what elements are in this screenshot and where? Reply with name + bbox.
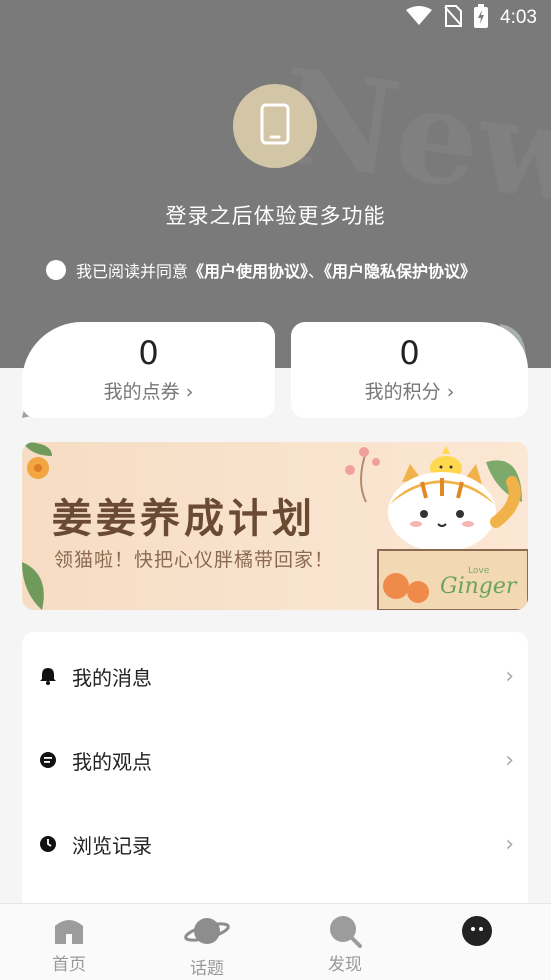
profile-header: New 4:03 登录之后体验更多功能 我已阅读并同意《用户使用协议》、《用户隐… <box>0 0 551 368</box>
nav-item-profile[interactable] <box>422 904 532 980</box>
box-brand-text: Ginger <box>440 574 517 599</box>
agreement-separator: 、 <box>308 262 325 281</box>
profile-icon <box>460 914 494 952</box>
agreement-row: 我已阅读并同意《用户使用协议》、《用户隐私保护协议》 <box>46 258 476 282</box>
points-card[interactable]: 0 我的积分 › <box>291 322 528 418</box>
points-label: 我的积分 › <box>364 381 455 404</box>
agreement-radio[interactable] <box>46 260 66 280</box>
menu-item-history[interactable]: 浏览记录 › <box>22 802 528 886</box>
menu-item-label: 浏览记录 <box>72 833 152 858</box>
privacy-agreement-link[interactable]: 《用户隐私保护协议》 <box>324 262 476 281</box>
status-bar: 4:03 <box>0 0 551 36</box>
phone-icon <box>260 103 290 149</box>
leaf-decoration-icon <box>22 552 52 610</box>
coupons-label: 我的点券 › <box>103 381 194 404</box>
menu-item-messages[interactable]: 我的消息 › <box>22 634 528 718</box>
avatar-placeholder[interactable] <box>233 84 317 168</box>
clock-icon <box>38 834 58 854</box>
nav-label: 话题 <box>190 959 224 979</box>
no-sim-icon <box>444 5 463 31</box>
coupons-value: 0 <box>138 333 159 372</box>
chevron-right-icon: › <box>505 831 514 857</box>
discover-icon <box>328 914 362 952</box>
agreement-prefix: 我已阅读并同意 <box>76 262 189 281</box>
menu-item-opinions[interactable]: 我的观点 › <box>22 718 528 802</box>
chat-icon <box>38 750 58 770</box>
nav-item-home[interactable]: 首页 <box>14 904 124 980</box>
home-icon <box>52 914 86 950</box>
nav-item-discover[interactable]: 发现 <box>290 904 400 980</box>
menu-list: 我的消息 › 我的观点 › 浏览记录 › <box>22 632 528 922</box>
nav-item-topics[interactable]: 话题 <box>152 904 262 980</box>
menu-item-label: 我的消息 <box>72 665 152 690</box>
nav-label: 首页 <box>52 955 86 975</box>
banner-subtitle: 领猫啦！快把心仪胖橘带回家！ <box>54 549 335 571</box>
points-value: 0 <box>399 333 420 372</box>
login-prompt[interactable]: 登录之后体验更多功能 <box>0 200 551 230</box>
banner-title: 姜姜养成计划 <box>52 495 316 542</box>
chevron-right-icon: › <box>505 663 514 689</box>
battery-charging-icon <box>474 4 489 32</box>
wifi-icon <box>406 6 433 30</box>
status-time: 4:03 <box>500 7 537 28</box>
user-agreement-link[interactable]: 《用户使用协议》 <box>188 262 308 281</box>
bell-icon <box>38 666 58 686</box>
chevron-right-icon: › <box>505 747 514 773</box>
nav-label: 发现 <box>328 955 362 975</box>
bottom-nav: 首页 话题 发现 <box>0 903 551 980</box>
coupons-card[interactable]: 0 我的点券 › <box>22 322 275 418</box>
planet-icon <box>184 914 230 952</box>
promo-banner[interactable]: 姜姜养成计划 领猫啦！快把心仪胖橘带回家！ Love Ginger <box>22 442 528 610</box>
menu-item-label: 我的观点 <box>72 749 152 774</box>
